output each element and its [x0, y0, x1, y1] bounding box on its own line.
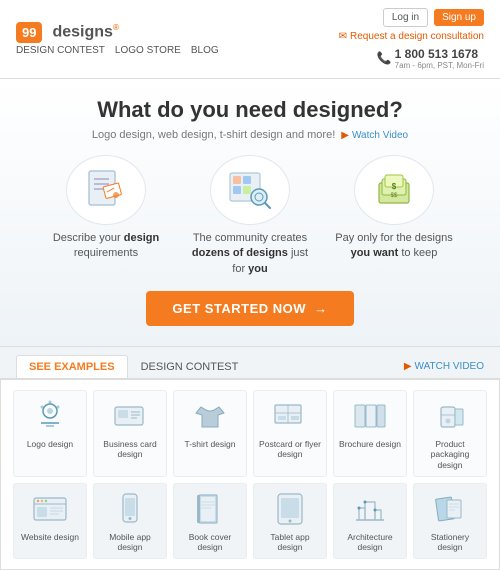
phone-number: 1 800 513 1678	[395, 47, 478, 61]
step-2-text: The community creates dozens of designs …	[185, 231, 315, 277]
grid-item-business-card-label: Business card design	[98, 439, 162, 459]
watch-video-link[interactable]: ▶ Watch Video	[341, 130, 408, 141]
cta-button[interactable]: GET STARTED NOW →	[146, 291, 353, 326]
step-2-icon	[210, 155, 290, 225]
logo-99: 99	[16, 22, 42, 43]
examples-grid-row2: Website design Mobile app design	[13, 483, 487, 559]
hero-section: What do you need designed? Logo design, …	[0, 79, 500, 346]
step-1-icon	[66, 155, 146, 225]
examples-section: SEE EXAMPLES DESIGN CONTEST ▶ WATCH VIDE…	[0, 346, 500, 570]
signup-button[interactable]: Sign up	[434, 9, 484, 26]
step-3: $ $$ Pay only for the designs you want t…	[329, 155, 459, 277]
grid-item-logo[interactable]: Logo design	[13, 390, 87, 477]
grid-item-website[interactable]: Website design	[13, 483, 87, 559]
tablet-icon	[271, 490, 309, 528]
watch-video-label: Watch Video	[352, 130, 408, 141]
logo-area: 99 designs®	[16, 22, 219, 43]
grid-item-tshirt-label: T-shirt design	[178, 439, 242, 449]
tab-see-examples[interactable]: SEE EXAMPLES	[16, 355, 128, 378]
tab-design-contest[interactable]: DESIGN CONTEST	[128, 355, 252, 378]
architecture-icon	[351, 490, 389, 528]
business-card-icon	[111, 397, 149, 435]
grid-item-architecture-label: Architecture design	[338, 532, 402, 552]
grid-item-brochure[interactable]: Brochure design	[333, 390, 407, 477]
grid-item-packaging[interactable]: Product packaging design	[413, 390, 487, 477]
grid-item-logo-label: Logo design	[18, 439, 82, 449]
grid-item-tablet-label: Tablet app design	[258, 532, 322, 552]
grid-item-mobile-label: Mobile app design	[98, 532, 162, 552]
consultation-link[interactable]: ✉ Request a design consultation	[339, 31, 484, 42]
step-1-text: Describe your design requirements	[41, 231, 171, 262]
step-3-icon: $ $$	[354, 155, 434, 225]
postcard-icon	[271, 397, 309, 435]
watch-video-tab-label: WATCH VIDEO	[415, 361, 484, 372]
svg-text:$$: $$	[391, 193, 398, 199]
steps-container: Describe your design requirements The co…	[20, 155, 480, 277]
phone-hours: 7am - 6pm, PST, Mon-Fri	[395, 61, 484, 70]
grid-item-postcard[interactable]: Postcard or flyer design	[253, 390, 327, 477]
grid-item-business-card[interactable]: Business card design	[93, 390, 167, 477]
watch-video-tab[interactable]: ▶ WATCH VIDEO	[404, 361, 484, 372]
phone-area: 📞 1 800 513 1678 7am - 6pm, PST, Mon-Fri	[377, 46, 484, 70]
grid-item-stationery[interactable]: Stationery design	[413, 483, 487, 559]
hero-subtext: Logo design, web design, t-shirt design …	[20, 129, 480, 141]
step-3-text: Pay only for the designs you want to kee…	[329, 231, 459, 262]
nav-blog[interactable]: BLOG	[191, 45, 219, 56]
step-2: The community creates dozens of designs …	[185, 155, 315, 277]
nav-design-contest[interactable]: DESIGN CONTEST	[16, 45, 105, 56]
grid-item-mobile[interactable]: Mobile app design	[93, 483, 167, 559]
mobile-icon	[111, 490, 149, 528]
book-icon	[191, 490, 229, 528]
grid-item-book-label: Book cover design	[178, 532, 242, 552]
cta-arrow: →	[314, 301, 328, 316]
cta-label: GET STARTED NOW	[172, 301, 306, 316]
nav-links: DESIGN CONTEST LOGO STORE BLOG	[16, 45, 219, 56]
website-icon	[31, 490, 69, 528]
hero-heading: What do you need designed?	[20, 97, 480, 123]
consultation-text: Request a design consultation	[350, 31, 484, 42]
grid-item-book[interactable]: Book cover design	[173, 483, 247, 559]
logo-designs: designs®	[52, 23, 118, 41]
header: 99 designs® DESIGN CONTEST LOGO STORE BL…	[0, 0, 500, 79]
grid-item-website-label: Website design	[18, 532, 82, 542]
stationery-icon	[431, 490, 469, 528]
grid-item-architecture[interactable]: Architecture design	[333, 483, 407, 559]
grid-item-packaging-label: Product packaging design	[418, 439, 482, 470]
brochure-icon	[351, 397, 389, 435]
header-actions: Log in Sign up	[383, 8, 484, 27]
examples-grid-wrap: Logo design Business card design	[0, 379, 500, 570]
examples-tabs: SEE EXAMPLES DESIGN CONTEST ▶ WATCH VIDE…	[0, 347, 500, 379]
tshirt-icon	[191, 397, 229, 435]
grid-item-brochure-label: Brochure design	[338, 439, 402, 449]
grid-item-postcard-label: Postcard or flyer design	[258, 439, 322, 459]
step-1: Describe your design requirements	[41, 155, 171, 277]
login-button[interactable]: Log in	[383, 8, 428, 27]
svg-text:$: $	[392, 182, 397, 191]
header-right: Log in Sign up ✉ Request a design consul…	[339, 8, 484, 70]
grid-item-stationery-label: Stationery design	[418, 532, 482, 552]
examples-grid-row1: Logo design Business card design	[13, 390, 487, 477]
grid-item-tshirt[interactable]: T-shirt design	[173, 390, 247, 477]
hero-subtext-text: Logo design, web design, t-shirt design …	[92, 129, 335, 141]
packaging-icon	[431, 397, 469, 435]
grid-item-tablet[interactable]: Tablet app design	[253, 483, 327, 559]
nav-logo-store[interactable]: LOGO STORE	[115, 45, 181, 56]
logo-icon	[31, 397, 69, 435]
